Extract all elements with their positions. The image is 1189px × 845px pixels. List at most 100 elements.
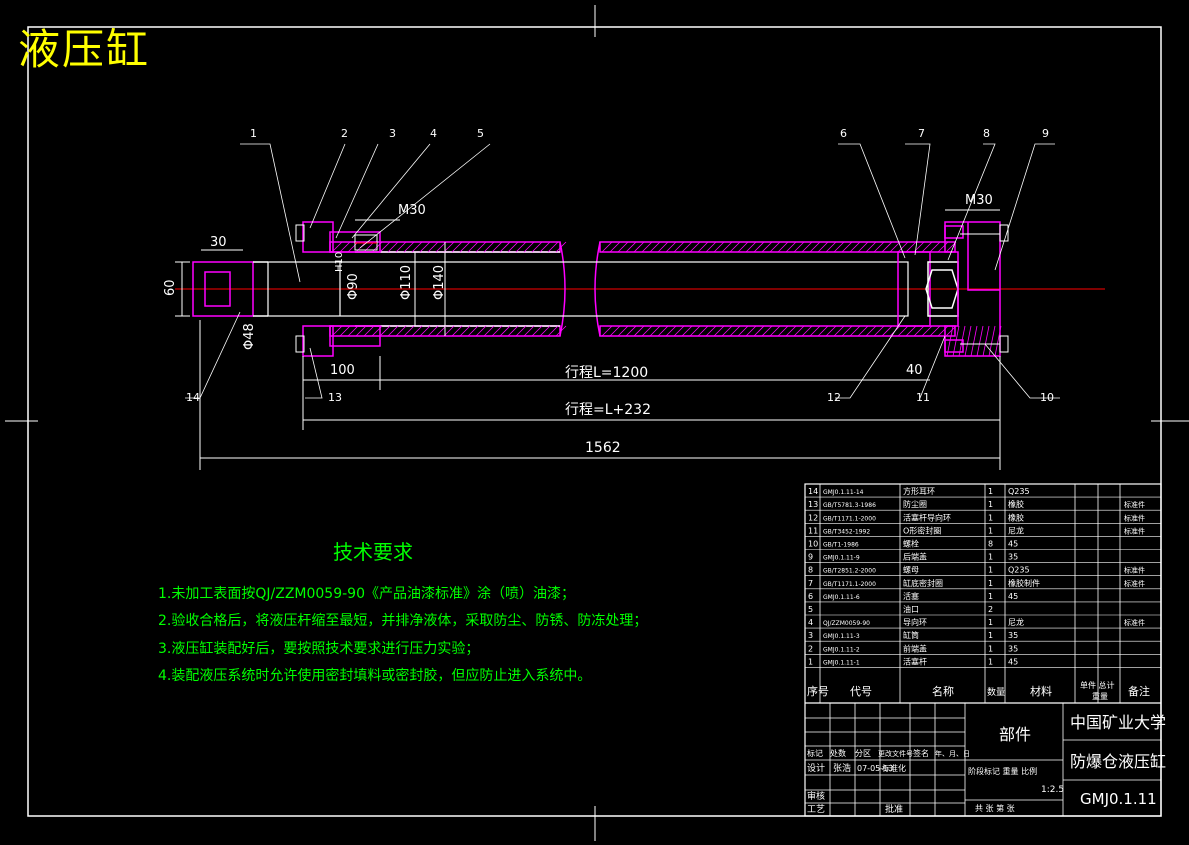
bom-cell: GB/T3452-1992: [823, 528, 870, 535]
bom-cell: GMJ0.1.11-1: [823, 659, 860, 666]
bom-cell: 1: [988, 553, 993, 562]
hatch-line: [801, 325, 813, 337]
hatch-line: [697, 325, 709, 337]
bom-rows: 14 GMJ0.1.11-14 方形耳环 1 Q23513 GB/T5781.3-1986…: [805, 486, 1161, 668]
balloon-13: 13: [328, 391, 342, 404]
hatch-line: [833, 241, 845, 253]
bom-cell: 6: [808, 592, 813, 601]
balloon-10: 10: [1040, 391, 1054, 404]
hatch-line: [769, 325, 781, 337]
dim-d48: Φ48: [242, 323, 257, 350]
bom-cell: 1: [988, 644, 993, 653]
bom-cell: O形密封圈: [903, 525, 941, 535]
hatch-line: [355, 325, 367, 337]
hatch-line: [970, 325, 978, 357]
tb-review: 审核: [807, 790, 825, 802]
hatch-line: [625, 241, 637, 253]
hatch-line: [777, 241, 789, 253]
bom-header-code: 代号: [850, 685, 872, 698]
hatch-line: [523, 241, 535, 253]
tech-requirement-2: 2.验收合格后，将液压杆缩至最短，并排净液体，采取防尘、防锈、防冻处理；: [158, 613, 648, 629]
dim-d140: Φ140: [432, 265, 447, 300]
bom-cell: 防尘圈: [903, 499, 927, 509]
hatch-line: [649, 241, 661, 253]
hatch-line: [625, 325, 637, 337]
bom-cell: 1: [988, 487, 993, 496]
bom-cell: 1: [988, 618, 993, 627]
hatch-line: [539, 241, 551, 253]
hatch-line: [617, 241, 629, 253]
hatch-line: [403, 241, 415, 253]
hatch-line: [499, 325, 511, 337]
bom-cell: 尼龙: [1008, 617, 1024, 627]
bom-cell: 1: [988, 579, 993, 588]
hatch-line: [475, 325, 487, 337]
hatch-line: [729, 241, 741, 253]
bom-cell: 活塞杆: [903, 656, 927, 666]
balloon-1: 1: [250, 127, 257, 140]
tech-requirement-1: 1.未加工表面按QJ/ZZM0059-90《产品油漆标准》涂（喷）油漆；: [158, 586, 575, 602]
hatch-line: [905, 325, 917, 337]
tb-row-label-0: 标记: [807, 748, 823, 758]
bom-header-qty: 数量: [987, 686, 1005, 698]
hatch-line: [865, 325, 877, 337]
hatch-line: [673, 325, 685, 337]
hatch-line: [641, 241, 653, 253]
bom-cell: 2: [808, 644, 813, 653]
bom-cell: 后端盖: [903, 552, 927, 562]
hatch-line: [507, 325, 519, 337]
bom-cell: 标准件: [1124, 579, 1145, 588]
dimension-text: 30 60 Φ48 M30 Φ90 H10 Φ110 Φ140 M30 100 …: [163, 193, 993, 456]
hatch-line: [411, 241, 423, 253]
bom-cell: 35: [1008, 631, 1018, 640]
hatch-line: [913, 325, 925, 337]
bom-cell: 缸筒: [903, 630, 919, 640]
bom-cell: 1: [988, 513, 993, 522]
hatch-line: [988, 325, 996, 357]
hatch-line: [964, 325, 972, 357]
hatch-line: [451, 325, 463, 337]
bom-cell: 1: [808, 657, 813, 666]
drawing-title: 液压缸: [18, 25, 151, 74]
hatch-line: [841, 241, 853, 253]
bom-cell: GB/T5781.3-1986: [823, 502, 876, 509]
bom-cell: GMJ0.1.11-14: [823, 489, 864, 496]
hatch-line: [697, 241, 709, 253]
bom-cell: 14: [808, 487, 818, 496]
tb-row-label-1: 处数: [830, 748, 846, 758]
hatch-line: [379, 241, 391, 253]
hatch-line: [737, 325, 749, 337]
hatch-line: [395, 325, 407, 337]
hatch-line: [633, 325, 645, 337]
hatch-line: [937, 325, 949, 337]
tb-standardize: 标准化: [882, 763, 906, 773]
bom-cell: 方形耳环: [903, 486, 935, 496]
bom-cell: 2: [988, 605, 993, 614]
tb-row-label-2: 分区: [855, 749, 871, 758]
tech-requirement-4: 4.装配液压系统时允许使用密封填料或密封胶，但应防止进入系统中。: [158, 668, 592, 684]
hatch-line: [817, 325, 829, 337]
dim-stroke-l232: 行程=L+232: [565, 402, 651, 418]
balloon-14: 14: [186, 391, 200, 404]
bom-cell: Q235: [1008, 487, 1030, 496]
balloon-6: 6: [840, 127, 847, 140]
hatch-line: [761, 241, 773, 253]
hatch-line: [809, 241, 821, 253]
balloon-9: 9: [1042, 127, 1049, 140]
bom-cell: 1: [988, 592, 993, 601]
bom-header-seq: 序号: [807, 684, 829, 698]
hatch-line: [665, 325, 677, 337]
hatch-line: [523, 325, 535, 337]
tb-designer: 张浩: [833, 762, 851, 774]
hatch-line: [689, 241, 701, 253]
dim-40: 40: [906, 363, 923, 378]
hatch-line: [459, 241, 471, 253]
hatch-line: [721, 241, 733, 253]
hatch-line: [539, 325, 551, 337]
bom-cell: 45: [1008, 592, 1018, 601]
tb-row-label-4: 签名: [913, 748, 929, 758]
hatch-line: [729, 325, 741, 337]
hatch-line: [403, 325, 415, 337]
bom-cell: GMJ0.1.11-9: [823, 555, 860, 562]
hatch-line: [609, 241, 621, 253]
